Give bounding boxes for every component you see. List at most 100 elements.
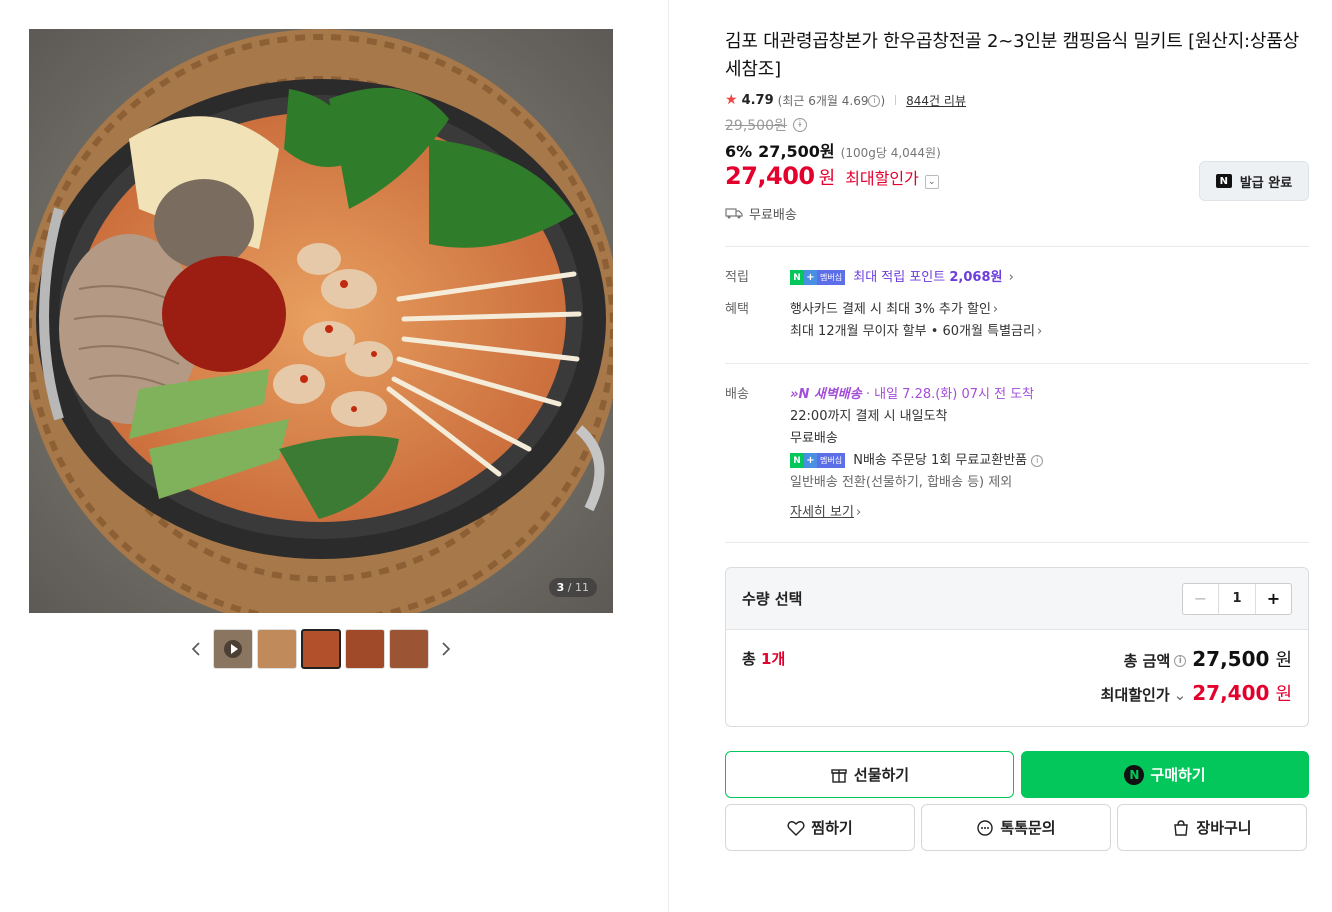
quantity-header: 수량 선택 − 1 + — [726, 568, 1308, 630]
sale-price: 27,500원 — [758, 142, 835, 161]
coupon-issued-button[interactable]: N 발급 완료 — [1199, 161, 1309, 201]
info-icon[interactable]: i — [1174, 654, 1187, 667]
quantity-box: 수량 선택 − 1 + 총 1개 총 금액 i 27,500 원 최대할인가 ⌄ 27… — [725, 567, 1309, 727]
thumbnail-prev-button[interactable] — [183, 636, 209, 662]
quantity-increase-button[interactable]: + — [1255, 583, 1291, 614]
quantity-decrease-button[interactable]: − — [1183, 583, 1219, 614]
chevron-right-icon — [442, 642, 451, 656]
thumbnail[interactable] — [389, 629, 429, 669]
exception-text: 일반배송 전환(선물하기, 합배송 등) 제외 — [790, 475, 1013, 490]
product-main-image[interactable]: 3 / 11 — [29, 29, 613, 613]
divider — [725, 542, 1309, 543]
delivery-label: 배송 — [725, 387, 749, 402]
play-icon — [224, 640, 242, 658]
hotpot-photo — [29, 29, 613, 613]
coupon-button-label: 발급 완료 — [1239, 175, 1293, 191]
rating-row: ★ 4.79 (최근 6개월 4.69 i) 844건 리뷰 — [725, 90, 1309, 110]
won-unit: 원 — [1275, 684, 1292, 705]
chevron-right-icon: › — [992, 302, 999, 317]
free-shipping: 무료배송 — [725, 202, 1309, 224]
divider — [895, 95, 897, 105]
cart-button[interactable]: 장바구니 — [1117, 804, 1307, 851]
n-icon: »N — [790, 387, 814, 402]
won-unit: 원 — [818, 168, 836, 189]
wishlist-button-label: 찜하기 — [811, 819, 853, 837]
points-row[interactable]: N + 멤버십 최대 적립 포인트 2,068원 › — [790, 267, 1309, 289]
free-shipping-text: 무료배송 — [749, 207, 797, 223]
dawn-delivery-badge: »N 새벽배송 — [790, 387, 862, 402]
gift-button-label: 선물하기 — [853, 766, 910, 784]
nplus-membership-badge: N + 멤버십 — [790, 453, 846, 468]
benefit-section: 적립 N + 멤버십 최대 적립 포인트 2,068원 › 혜택 행사카드 결제 시… — [725, 247, 1309, 363]
max-discount-amount-row[interactable]: 최대할인가 ⌄ 27,400 원 — [1101, 680, 1292, 706]
installment-row[interactable]: 최대 12개월 무이자 할부 • 60개월 특별금리 › — [790, 321, 1309, 343]
gift-button[interactable]: 선물하기 — [725, 751, 1014, 798]
thumbnail[interactable] — [257, 629, 297, 669]
free-delivery-text: 무료배송 — [790, 431, 838, 446]
secondary-actions: 찜하기 톡톡문의 장바구니 — [725, 804, 1309, 851]
recent-rating: (최근 6개월 4.69 i) — [777, 93, 886, 108]
buy-button[interactable]: N 구매하기 — [1021, 751, 1309, 798]
max-discount-amount-label: 최대할인가 — [1100, 686, 1170, 704]
thumbnail-next-button[interactable] — [433, 636, 459, 662]
unit-price: (100g당 4,044원) — [840, 146, 941, 160]
thumbnail[interactable] — [345, 629, 385, 669]
info-icon[interactable]: i — [792, 118, 807, 132]
talktalk-inquiry-button[interactable]: 톡톡문의 — [921, 804, 1111, 851]
nplus-membership-badge: N + 멤버십 — [790, 270, 846, 285]
quantity-value[interactable]: 1 — [1219, 584, 1255, 614]
star-icon: ★ — [725, 92, 738, 108]
total-amount-row: 총 금액 i 27,500 원 — [1124, 646, 1292, 672]
chevron-down-icon: ⌄ — [1173, 685, 1187, 704]
thumbnail-strip — [29, 629, 613, 669]
benefit-label: 혜택 — [725, 302, 749, 317]
image-counter: 3 / 11 — [548, 578, 597, 597]
product-info: 김포 대관령곱창본가 한우곱창전골 2~3인분 캠핑음식 밀키트 [원산지:상품… — [725, 28, 1309, 851]
max-discount-label: 최대할인가 — [845, 169, 919, 188]
points-text: 최대 적립 포인트 — [853, 270, 946, 285]
gift-icon — [831, 768, 847, 783]
benefit-list: 행사카드 결제 시 최대 3% 추가 할인 › 최대 12개월 무이자 할부 • … — [790, 299, 1309, 343]
thumbnail-video[interactable] — [213, 629, 253, 669]
truck-icon — [725, 208, 743, 219]
original-price: 29,500원 i — [725, 114, 1309, 136]
chevron-left-icon — [191, 642, 200, 656]
shopping-bag-icon — [1174, 819, 1189, 836]
quantity-stepper[interactable]: − 1 + — [1182, 582, 1292, 615]
chevron-right-icon: › — [855, 505, 862, 520]
total-amount-label: 총 금액 — [1123, 652, 1171, 670]
won-unit: 원 — [1275, 650, 1292, 671]
sale-price-row: 6% 27,500원 (100g당 4,044원) — [725, 138, 1309, 162]
discount-percent: 6% — [725, 142, 753, 161]
review-count-link[interactable]: 844건 리뷰 — [906, 92, 966, 109]
buy-button-label: 구매하기 — [1150, 766, 1206, 784]
naver-n-icon: N — [1124, 764, 1145, 785]
product-gallery: 3 / 11 — [29, 29, 613, 669]
dawn-arrival: · 내일 7.28.(화) 07시 전 도착 — [865, 387, 1035, 402]
chevron-down-icon[interactable]: ⌄ — [924, 175, 939, 189]
cart-button-label: 장바구니 — [1196, 819, 1252, 837]
wishlist-button[interactable]: 찜하기 — [725, 804, 915, 851]
heart-icon — [787, 820, 805, 836]
chat-icon — [977, 819, 994, 836]
delivery-info: »N 새벽배송 · 내일 7.28.(화) 07시 전 도착 22:00까지 결… — [790, 384, 1309, 524]
cutoff-text: 22:00까지 결제 시 내일도착 — [790, 409, 948, 424]
points-value: 2,068원 — [949, 270, 1003, 285]
primary-actions: 선물하기 N 구매하기 — [725, 751, 1309, 798]
info-icon[interactable]: i — [1031, 454, 1044, 467]
product-title: 김포 대관령곱창본가 한우곱창전골 2~3인분 캠핑음식 밀키트 [원산지:상품… — [725, 31, 1300, 80]
thumbnail-active[interactable] — [301, 629, 341, 669]
rating-score: 4.79 — [741, 92, 774, 108]
quantity-title: 수량 선택 — [742, 590, 803, 608]
total-amount-value: 27,500 — [1192, 647, 1270, 671]
delivery-section: 배송 »N 새벽배송 · 내일 7.28.(화) 07시 전 도착 22:00까… — [725, 364, 1309, 542]
naver-n-icon: N — [1215, 174, 1232, 188]
max-discount-price: 27,400 — [725, 162, 815, 190]
card-benefit-row[interactable]: 행사카드 결제 시 최대 3% 추가 할인 › — [790, 299, 1309, 321]
quantity-summary: 총 1개 총 금액 i 27,500 원 최대할인가 ⌄ 27,400 원 — [726, 630, 1308, 726]
points-label: 적립 — [725, 270, 749, 285]
chevron-right-icon: › — [1036, 324, 1043, 339]
talktalk-button-label: 톡톡문의 — [1000, 819, 1056, 837]
info-icon[interactable]: i — [868, 95, 881, 107]
details-link[interactable]: 자세히 보기 — [790, 505, 854, 520]
